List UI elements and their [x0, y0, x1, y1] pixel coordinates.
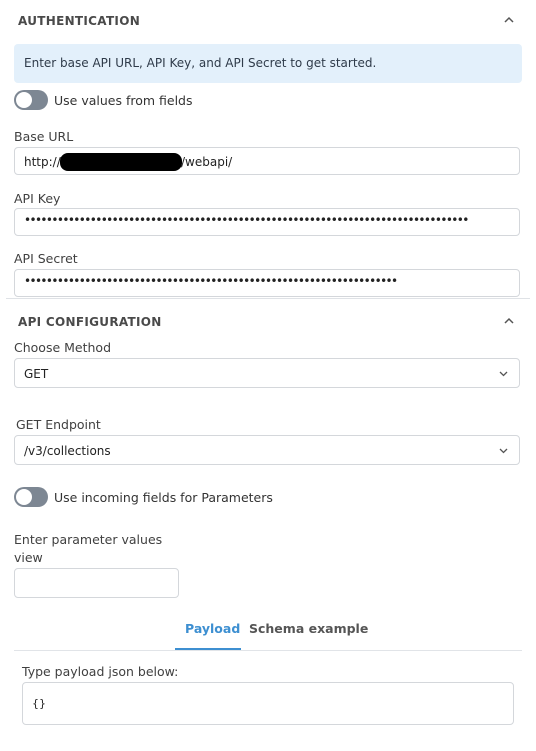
api-configuration-title: API CONFIGURATION — [18, 315, 162, 329]
method-select[interactable]: GET — [14, 358, 520, 388]
endpoint-value: /v3/collections — [24, 444, 111, 458]
chevron-down-icon — [499, 371, 508, 377]
api-key-value: ••••••••••••••••••••••••••••••••••••••••… — [24, 213, 468, 227]
tab-schema-example[interactable]: Schema example — [249, 621, 368, 636]
parameter-input[interactable] — [14, 568, 179, 598]
method-value: GET — [24, 367, 49, 381]
chevron-down-icon — [499, 448, 508, 454]
base-url-input[interactable]: http:// /webapi/ — [14, 147, 520, 175]
endpoint-label: GET Endpoint — [16, 417, 101, 432]
section-divider — [6, 298, 530, 299]
info-text: Enter base API URL, API Key, and API Sec… — [24, 56, 377, 70]
api-secret-value: ••••••••••••••••••••••••••••••••••••••••… — [24, 274, 397, 288]
incoming-fields-toggle[interactable] — [14, 487, 48, 507]
chevron-up-icon[interactable] — [502, 314, 516, 328]
base-url-suffix: /webapi/ — [181, 155, 233, 169]
payload-textarea[interactable]: {} — [22, 682, 514, 725]
api-secret-label: API Secret — [14, 251, 78, 266]
api-secret-input[interactable]: ••••••••••••••••••••••••••••••••••••••••… — [14, 269, 520, 297]
authentication-header[interactable]: AUTHENTICATION — [0, 0, 536, 40]
api-configuration-header[interactable]: API CONFIGURATION — [0, 300, 536, 340]
api-key-label: API Key — [14, 191, 61, 206]
redaction-mark — [60, 153, 182, 171]
parameter-label: Enter parameter values — [14, 532, 163, 547]
payload-value: {} — [32, 697, 46, 710]
authentication-title: AUTHENTICATION — [18, 14, 141, 28]
payload-label: Type payload json below: — [22, 664, 179, 679]
api-key-input[interactable]: ••••••••••••••••••••••••••••••••••••••••… — [14, 208, 520, 236]
settings-panel: AUTHENTICATION Enter base API URL, API K… — [0, 0, 536, 751]
chevron-up-icon[interactable] — [502, 13, 516, 27]
tab-payload[interactable]: Payload — [185, 621, 240, 636]
base-url-label: Base URL — [14, 129, 74, 144]
endpoint-select[interactable]: /v3/collections — [14, 435, 520, 465]
incoming-fields-toggle-label: Use incoming fields for Parameters — [54, 490, 273, 505]
base-url-prefix: http:// — [24, 155, 61, 169]
parameter-sub-label: view — [14, 550, 43, 565]
use-values-toggle-label: Use values from fields — [54, 93, 193, 108]
tabs-divider — [14, 650, 522, 651]
method-label: Choose Method — [14, 340, 112, 355]
info-banner: Enter base API URL, API Key, and API Sec… — [14, 44, 522, 83]
use-values-toggle[interactable] — [14, 90, 48, 110]
